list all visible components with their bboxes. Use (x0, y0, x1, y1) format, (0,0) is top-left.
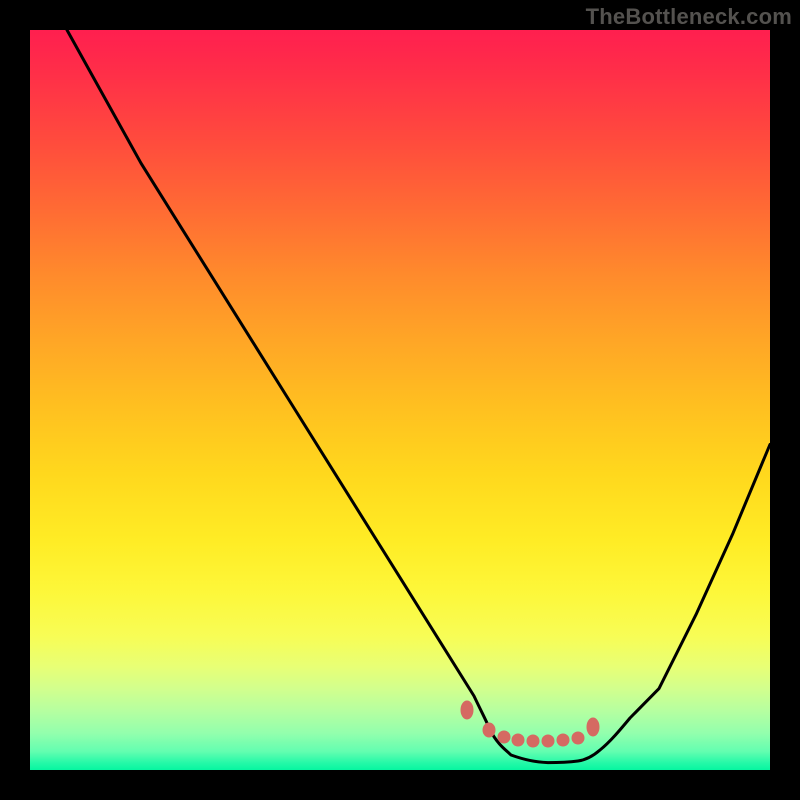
marker-dot (587, 718, 599, 736)
marker-dot (498, 731, 510, 743)
marker-dot (512, 734, 524, 746)
marker-dot (557, 734, 569, 746)
chart-svg (30, 30, 770, 770)
marker-dot (483, 723, 495, 737)
chart-frame: TheBottleneck.com (0, 0, 800, 800)
optimal-band-markers (461, 701, 599, 747)
marker-dot (461, 701, 473, 719)
marker-dot (542, 735, 554, 747)
marker-dot (527, 735, 539, 747)
plot-area (30, 30, 770, 770)
marker-dot (572, 732, 584, 744)
bottleneck-curve (67, 30, 770, 763)
watermark-text: TheBottleneck.com (586, 4, 792, 30)
